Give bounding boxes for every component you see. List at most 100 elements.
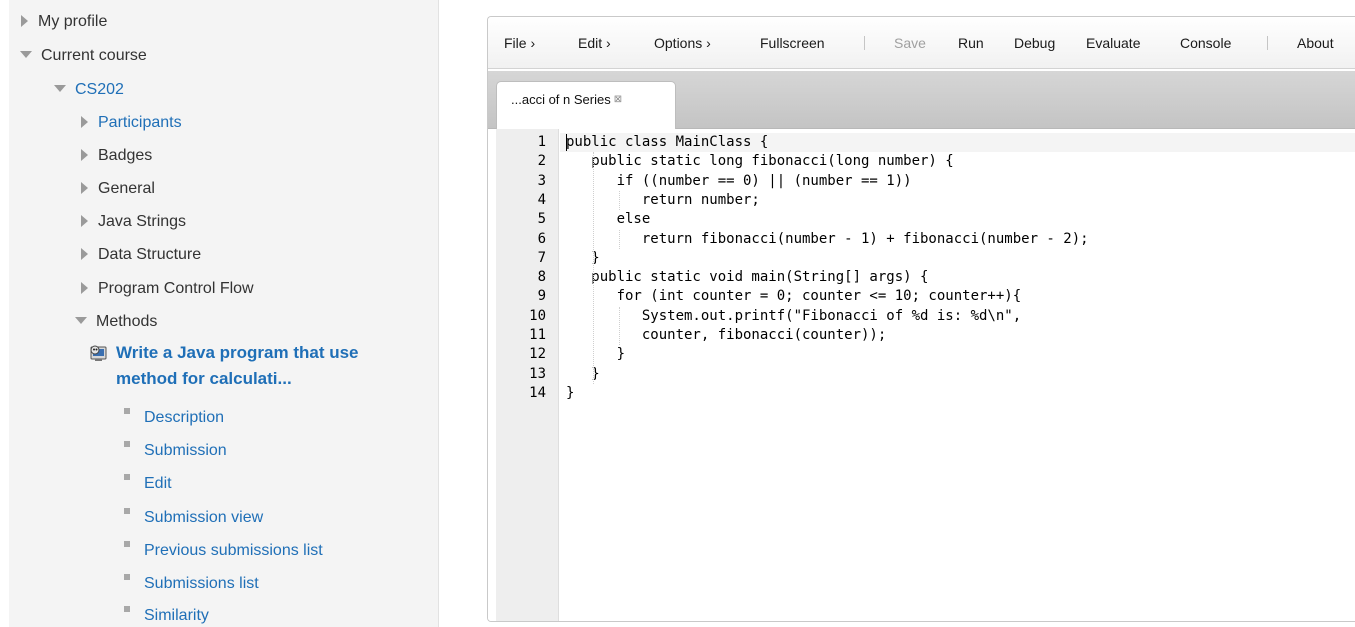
code-line[interactable]: return fibonacci(number - 1) + fibonacci… — [566, 230, 1089, 249]
save-button[interactable]: Save — [894, 34, 926, 52]
expand-arrow-icon[interactable] — [81, 282, 88, 294]
line-number: 11 — [529, 327, 546, 343]
activity-item-link[interactable]: Submission — [144, 442, 227, 459]
bullet-icon — [124, 574, 130, 580]
nav-item-label: Program Control Flow — [98, 280, 254, 297]
expand-arrow-icon[interactable] — [81, 149, 88, 161]
code-line[interactable]: public static void main(String[] args) { — [566, 268, 928, 287]
activity-item-similarity[interactable]: Similarity — [124, 603, 209, 627]
navigation-block: My profile Current course CS202 Particip… — [9, 0, 439, 627]
activity-item-description[interactable]: Description — [124, 405, 224, 431]
expand-arrow-icon[interactable] — [81, 248, 88, 260]
line-number: 14 — [529, 384, 546, 401]
line-number: 9 — [537, 288, 546, 305]
indent-guide — [618, 229, 620, 249]
file-tab-label: ...acci of n Series — [511, 92, 611, 107]
nav-item-data-structure[interactable]: Data Structure — [81, 242, 201, 268]
indent-guide — [593, 152, 595, 384]
code-line[interactable]: System.out.printf("Fibonacci of %d is: %… — [566, 307, 1021, 326]
debug-button[interactable]: Debug — [1014, 34, 1055, 52]
code-line[interactable]: counter, fibonacci(counter)); — [566, 326, 886, 345]
code-line[interactable]: public static long fibonacci(long number… — [566, 152, 953, 171]
ide-menubar: File › Edit › Options › Fullscreen Save … — [488, 17, 1355, 69]
nav-item-label: General — [98, 180, 155, 197]
code-line[interactable]: else — [566, 210, 651, 229]
run-button[interactable]: Run — [958, 34, 984, 52]
nav-item-my-profile[interactable]: My profile — [21, 9, 107, 35]
expand-arrow-icon[interactable] — [81, 116, 88, 128]
menu-separator — [1267, 36, 1268, 50]
collapse-arrow-icon[interactable] — [20, 50, 32, 58]
indent-guide — [618, 306, 620, 346]
code-editor[interactable]: 1 2 3 4 5 6 7 8 9 10 11 12 13 14 public class MainCla… — [488, 129, 1355, 621]
code-line[interactable]: } — [566, 365, 599, 384]
close-tab-icon[interactable]: ⊠ — [614, 94, 622, 105]
activity-item-link[interactable]: Description — [144, 409, 224, 426]
activity-item-link[interactable]: Submissions list — [144, 575, 259, 592]
code-line[interactable]: for (int counter = 0; counter <= 10; cou… — [566, 287, 1022, 306]
activity-item-link[interactable]: Similarity — [144, 607, 209, 624]
bullet-icon — [124, 508, 130, 514]
activity-item-link[interactable]: Previous submissions list — [144, 542, 323, 559]
course-link[interactable]: CS202 — [75, 81, 124, 98]
nav-item-java-strings[interactable]: Java Strings — [81, 209, 186, 235]
bullet-icon — [124, 441, 130, 447]
line-number: 3 — [537, 172, 546, 189]
line-number-gutter: 1 2 3 4 5 6 7 8 9 10 11 12 13 14 — [496, 129, 559, 621]
collapse-arrow-icon[interactable] — [54, 84, 66, 92]
nav-item-badges[interactable]: Badges — [81, 143, 152, 169]
line-number: 7 — [537, 249, 546, 266]
activity-item-link[interactable]: Submission view — [144, 509, 263, 526]
about-button[interactable]: About — [1297, 34, 1334, 52]
text-cursor — [566, 134, 567, 151]
nav-item-program-control-flow[interactable]: Program Control Flow — [81, 276, 254, 302]
nav-item-label: Badges — [98, 147, 153, 164]
nav-item-course-cs202[interactable]: CS202 — [54, 77, 124, 103]
fullscreen-button[interactable]: Fullscreen — [760, 34, 825, 52]
line-number: 10 — [529, 307, 546, 324]
line-number: 6 — [537, 230, 546, 247]
expand-arrow-icon[interactable] — [81, 215, 88, 227]
activity-item-previous-submissions[interactable]: Previous submissions list — [124, 538, 323, 564]
expand-arrow-icon[interactable] — [21, 15, 28, 27]
activity-link[interactable]: Write a Java program that use method for… — [90, 340, 412, 392]
activity-title[interactable]: Write a Java program that use method for… — [92, 340, 412, 392]
nav-item-participants[interactable]: Participants — [81, 110, 182, 136]
participants-link[interactable]: Participants — [98, 114, 182, 131]
menu-file[interactable]: File › — [504, 34, 535, 52]
file-tabs: ...acci of n Series ⊠ — [488, 71, 1355, 129]
code-line[interactable]: } — [566, 249, 599, 268]
activity-item-edit[interactable]: Edit — [124, 471, 172, 497]
nav-item-label: Methods — [96, 313, 158, 330]
line-number: 8 — [537, 269, 546, 286]
nav-item-label: My profile — [38, 13, 108, 30]
nav-item-current-course[interactable]: Current course — [20, 43, 147, 69]
bullet-icon — [124, 541, 130, 547]
nav-item-general[interactable]: General — [81, 176, 155, 202]
line-number: 1 — [537, 134, 546, 150]
nav-item-label: Current course — [41, 47, 147, 64]
code-line[interactable]: return number; — [566, 191, 760, 210]
file-tab[interactable]: ...acci of n Series ⊠ — [496, 81, 676, 129]
console-button[interactable]: Console — [1180, 34, 1231, 52]
bullet-icon — [124, 408, 130, 414]
line-number: 13 — [529, 365, 546, 382]
collapse-arrow-icon[interactable] — [75, 316, 87, 324]
code-line[interactable]: } — [566, 384, 574, 403]
activity-item-submission-view[interactable]: Submission view — [124, 505, 263, 531]
code-line[interactable]: public class MainClass { — [566, 133, 768, 152]
nav-item-methods[interactable]: Methods — [75, 309, 157, 335]
nav-item-label: Java Strings — [98, 213, 187, 230]
activity-item-submissions-list[interactable]: Submissions list — [124, 571, 259, 597]
menu-options[interactable]: Options › — [654, 34, 711, 52]
vpl-ide: File › Edit › Options › Fullscreen Save … — [487, 16, 1355, 622]
expand-arrow-icon[interactable] — [81, 182, 88, 194]
bullet-icon — [124, 474, 130, 480]
indent-guide — [618, 190, 620, 211]
code-line[interactable]: } — [566, 345, 625, 364]
menu-edit[interactable]: Edit › — [578, 34, 611, 52]
activity-item-link[interactable]: Edit — [144, 475, 172, 492]
activity-item-submission[interactable]: Submission — [124, 438, 227, 464]
code-line[interactable]: if ((number == 0) || (number == 1)) — [566, 172, 912, 191]
evaluate-button[interactable]: Evaluate — [1086, 34, 1140, 52]
